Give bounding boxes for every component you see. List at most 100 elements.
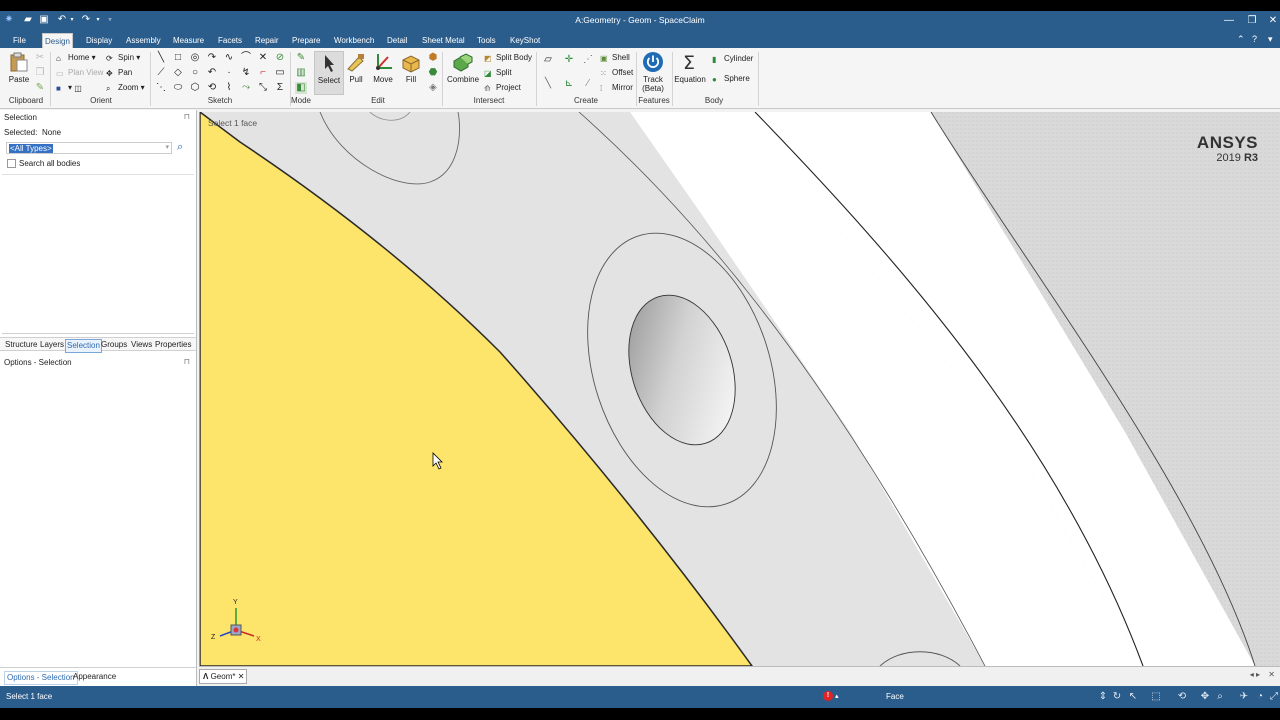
tab-scroll-icon[interactable]: ◂ ▸	[1250, 670, 1260, 679]
cylinder-axis-icon[interactable]: ⁄	[582, 78, 594, 90]
circle-tool-icon[interactable]: ◎	[189, 52, 201, 64]
scale-icon[interactable]: ⤡	[257, 82, 269, 94]
home-button[interactable]: ⌂ Home ▾	[56, 52, 96, 64]
selection-filter-icon[interactable]: ⇕	[1097, 691, 1109, 703]
tab-display[interactable]: Display	[84, 33, 114, 48]
box-select-icon[interactable]: ⬚	[1150, 691, 1162, 703]
spin-view-icon[interactable]: ⟲	[1176, 691, 1188, 703]
equation-button[interactable]: Σ Equation	[673, 51, 707, 84]
undock-icon[interactable]: ⤢	[1268, 691, 1280, 703]
document-tab-geom[interactable]: Λ Geom* ✕	[199, 669, 247, 684]
line-create-icon[interactable]: ╲	[542, 78, 554, 90]
equation-sketch-icon[interactable]: Σ	[274, 82, 286, 94]
trim-icon[interactable]: ✕	[257, 52, 269, 64]
tab-prepare[interactable]: Prepare	[290, 33, 322, 48]
origin-icon[interactable]: ⊾	[563, 78, 575, 90]
track-button[interactable]: Track (Beta)	[638, 51, 668, 93]
face-curve-icon[interactable]: ⌇	[223, 82, 235, 94]
plane-icon[interactable]: ▱	[542, 54, 554, 66]
close-icon[interactable]: ✕	[238, 672, 245, 681]
type-filter-dropdown[interactable]: <All Types> ▾	[6, 142, 172, 154]
fill-button[interactable]: Fill	[396, 51, 426, 84]
create-layout-icon[interactable]: ⊘	[274, 52, 286, 64]
combine-button[interactable]: Combine	[447, 51, 479, 84]
plan-view-button[interactable]: ▭ Plan View	[56, 67, 103, 79]
arc-tool-icon[interactable]: ↷	[206, 52, 218, 64]
view-cube-button[interactable]: ■ ▾ ◫	[56, 82, 86, 94]
tab-options-selection[interactable]: Options - Selection	[4, 671, 78, 685]
spin-button[interactable]: ⟳ Spin ▾	[106, 52, 140, 64]
3d-mode-icon[interactable]: ◧	[295, 82, 307, 94]
axis-icon[interactable]: ⋰	[582, 54, 594, 66]
point-icon[interactable]: ·	[223, 67, 235, 79]
tab-views[interactable]: Views	[130, 339, 153, 351]
tab-properties[interactable]: Properties	[154, 339, 192, 351]
line-tool-icon[interactable]: ╲	[155, 52, 167, 64]
close-document-icon[interactable]: ✕	[1268, 670, 1275, 679]
three-point-rect-icon[interactable]: ◇	[172, 67, 184, 79]
tab-structure[interactable]: Structure	[4, 339, 38, 351]
tab-groups[interactable]: Groups	[100, 339, 128, 351]
tab-workbench[interactable]: Workbench	[332, 33, 376, 48]
split-body-button[interactable]: ◩ Split Body	[484, 52, 532, 64]
tab-selection[interactable]: Selection	[65, 339, 102, 353]
three-point-circle-icon[interactable]: ○	[189, 67, 201, 79]
point-create-icon[interactable]: ✛	[563, 54, 575, 66]
section-mode-icon[interactable]: ▥	[295, 67, 307, 79]
offset-curve-icon[interactable]: ↯	[240, 67, 252, 79]
tab-measure[interactable]: Measure	[171, 33, 206, 48]
select-mode-icon[interactable]: ↖	[1127, 691, 1139, 703]
tab-keyshot[interactable]: KeyShot	[508, 33, 542, 48]
mirror-button[interactable]: ⁞ Mirror	[600, 82, 633, 94]
tab-design[interactable]: Design	[42, 33, 73, 48]
blend-icon[interactable]: ⬢	[427, 52, 439, 64]
shell-button[interactable]: ▣ Shell	[600, 52, 630, 64]
pin-icon[interactable]: ⊓	[184, 112, 190, 121]
three-point-arc-icon[interactable]: ⟲	[206, 82, 218, 94]
tab-layers[interactable]: Layers	[39, 339, 65, 351]
design-viewport[interactable]: Select 1 face ANSYS 2019 R3 Y X Z	[199, 112, 1280, 666]
construction-line-icon[interactable]: ⋱	[155, 82, 167, 94]
project-button[interactable]: ⟰ Project	[484, 82, 521, 94]
help-dropdown-icon[interactable]: ▾	[1268, 34, 1273, 45]
cylinder-button[interactable]: ▮ Cylinder	[712, 53, 753, 65]
select-button[interactable]: Select	[314, 51, 344, 95]
tab-repair[interactable]: Repair	[253, 33, 281, 48]
tab-tools[interactable]: Tools	[475, 33, 498, 48]
fly-icon[interactable]: ✈	[1238, 691, 1250, 703]
zoom-view-icon[interactable]: ⌕	[1214, 691, 1226, 703]
warning-icon[interactable]: !	[823, 691, 833, 701]
tangent-arc-icon[interactable]: ⌒	[240, 52, 252, 64]
restore-button[interactable]: ❐	[1241, 13, 1263, 28]
minimize-ribbon-icon[interactable]: ⌃	[1237, 34, 1245, 45]
split-button[interactable]: ◪ Split	[484, 67, 512, 79]
tweak-face-icon[interactable]: ◈	[427, 82, 439, 94]
spline-tool-icon[interactable]: ∿	[223, 52, 235, 64]
project-curve-icon[interactable]: ▭	[274, 67, 286, 79]
bend-icon[interactable]: ⤳	[240, 82, 252, 94]
zoom-button[interactable]: ⌕ Zoom ▾	[106, 82, 145, 94]
sweep-arc-icon[interactable]: ↶	[206, 67, 218, 79]
sphere-button[interactable]: ● Sphere	[712, 73, 750, 85]
tab-appearance[interactable]: Appearance	[71, 671, 118, 683]
polygon-tool-icon[interactable]: ⬡	[189, 82, 201, 94]
format-painter-icon[interactable]: ✎	[34, 82, 46, 94]
minimize-button[interactable]: —	[1218, 13, 1240, 28]
pan-view-icon[interactable]: ✥	[1199, 691, 1211, 703]
search-all-bodies-checkbox[interactable]	[7, 159, 16, 168]
tab-assembly[interactable]: Assembly	[124, 33, 163, 48]
copy-icon[interactable]: ❐	[34, 67, 46, 79]
smart-select-icon[interactable]: ↻	[1111, 691, 1123, 703]
ellipse-tool-icon[interactable]: ⬭	[172, 82, 184, 94]
replace-icon[interactable]: ⬣	[427, 67, 439, 79]
tab-detail[interactable]: Detail	[385, 33, 409, 48]
search-icon[interactable]: ⌕	[177, 141, 183, 154]
tab-sheet-metal[interactable]: Sheet Metal	[420, 33, 467, 48]
pull-button[interactable]: Pull	[341, 51, 371, 84]
rectangle-tool-icon[interactable]: □	[172, 52, 184, 64]
pan-button[interactable]: ✥ Pan	[106, 67, 132, 79]
warning-dropdown-icon[interactable]: ▴	[835, 692, 839, 700]
close-button[interactable]: ✕	[1262, 13, 1280, 28]
sketch-mode-icon[interactable]: ✎	[295, 52, 307, 64]
pin-icon[interactable]: ⊓	[184, 357, 190, 366]
